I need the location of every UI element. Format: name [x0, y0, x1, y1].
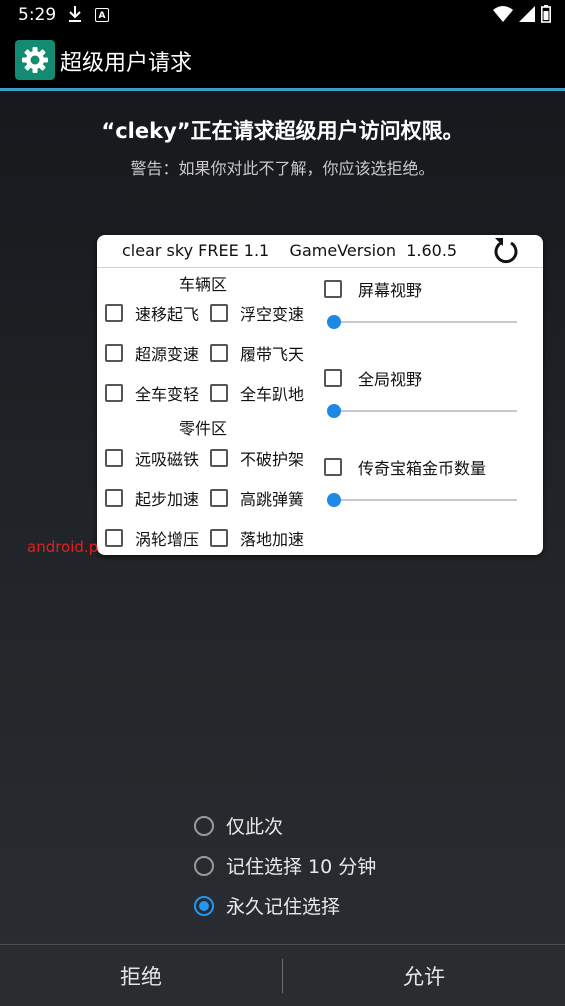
slider-chest-coins[interactable]: [327, 492, 517, 508]
checkbox-col1-4[interactable]: 起步加速: [105, 486, 199, 510]
checkbox-label: 起步加速: [135, 490, 200, 509]
slider-track: [333, 410, 517, 412]
allow-button[interactable]: 允许: [283, 945, 565, 1006]
deny-button[interactable]: 拒绝: [0, 945, 282, 1006]
option-10-minutes[interactable]: 记住选择 10 分钟: [194, 852, 376, 879]
checkbox-label: 浮空变速: [240, 305, 305, 324]
checkbox-box[interactable]: [105, 529, 123, 547]
radio-button[interactable]: [194, 855, 214, 876]
checkbox-col2-3[interactable]: 不破护架: [210, 446, 304, 470]
checkbox-box[interactable]: [105, 344, 123, 362]
parts-section-label: 零件区: [179, 419, 228, 438]
checkbox-col1-5[interactable]: 涡轮增压: [105, 526, 199, 550]
vehicle-section-label: 车辆区: [179, 275, 228, 294]
checkbox-box[interactable]: [105, 489, 123, 507]
checkbox-chest-coins[interactable]: 传奇宝箱金币数量: [324, 455, 486, 479]
checkbox-col2-2[interactable]: 全车趴地: [210, 381, 304, 405]
radio-button[interactable]: [194, 895, 214, 916]
radio-button[interactable]: [194, 815, 214, 836]
checkbox-col2-0[interactable]: 浮空变速: [210, 301, 304, 325]
slider-thumb[interactable]: [327, 315, 341, 329]
checkbox-box[interactable]: [105, 304, 123, 322]
option-once[interactable]: 仅此次: [194, 812, 283, 839]
screen: 5:29 A 超级用户请求 “cleky”正在请求超级用户访问权限。 警告：如果…: [0, 0, 565, 1006]
checkbox-label: 高跳弹簧: [240, 490, 305, 509]
slider-thumb[interactable]: [327, 404, 341, 418]
bottom-button-bar: 拒绝 允许: [0, 944, 565, 1006]
checkbox-box[interactable]: [324, 280, 342, 298]
checkbox-label: 落地加速: [240, 530, 305, 549]
checkbox-label: 远吸磁铁: [135, 450, 200, 469]
signal-icon: [519, 6, 535, 26]
app-bar: 超级用户请求: [0, 30, 565, 91]
checkbox-label: 超源变速: [135, 345, 200, 364]
checkbox-box[interactable]: [324, 369, 342, 387]
checkbox-box[interactable]: [210, 344, 228, 362]
checkbox-col2-1[interactable]: 履带飞天: [210, 341, 304, 365]
option-forever[interactable]: 永久记住选择: [194, 892, 340, 919]
slider-thumb[interactable]: [327, 493, 341, 507]
slider-track: [333, 499, 517, 501]
download-icon: [68, 5, 82, 27]
slider-track: [333, 321, 517, 323]
warning-text: 警告：如果你对此不了解，你应该选拒绝。: [130, 159, 435, 178]
wifi-icon: [493, 6, 513, 26]
panel-header: clear sky FREE 1.1 GameVersion 1.60.5: [97, 235, 543, 268]
panel-header-text: clear sky FREE 1.1 GameVersion 1.60.5: [122, 241, 458, 260]
status-time: 5:29: [18, 5, 57, 25]
slider-global-fov[interactable]: [327, 403, 517, 419]
status-bar: 5:29 A: [0, 0, 565, 30]
request-title: “cleky”正在请求超级用户访问权限。: [101, 119, 464, 143]
checkbox-global-fov[interactable]: 全局视野: [324, 366, 422, 390]
checkbox-box[interactable]: [105, 449, 123, 467]
checkbox-col2-5[interactable]: 落地加速: [210, 526, 304, 550]
checkbox-box[interactable]: [210, 449, 228, 467]
refresh-icon[interactable]: [491, 235, 521, 271]
checkbox-screen-fov[interactable]: 屏幕视野: [324, 277, 422, 301]
checkbox-label: 屏幕视野: [358, 281, 423, 300]
checkbox-col1-1[interactable]: 超源变速: [105, 341, 199, 365]
package-name-text: android.p: [27, 538, 99, 556]
slider-screen-fov[interactable]: [327, 314, 517, 330]
checkbox-box[interactable]: [324, 458, 342, 476]
checkbox-box[interactable]: [210, 384, 228, 402]
checkbox-col1-2[interactable]: 全车变轻: [105, 381, 199, 405]
settings-gear-icon: [15, 40, 55, 80]
checkbox-label: 履带飞天: [240, 345, 305, 364]
checkbox-label: 速移起飞: [135, 305, 200, 324]
option-label: 永久记住选择: [226, 896, 341, 918]
option-label: 记住选择 10 分钟: [226, 856, 377, 878]
checkbox-box[interactable]: [210, 529, 228, 547]
checkbox-col2-4[interactable]: 高跳弹簧: [210, 486, 304, 510]
checkbox-label: 传奇宝箱金币数量: [358, 459, 487, 478]
checkbox-label: 全局视野: [358, 370, 423, 389]
checkbox-label: 全车趴地: [240, 385, 305, 404]
battery-icon: [541, 5, 551, 27]
checkbox-box[interactable]: [210, 489, 228, 507]
mod-menu-panel: clear sky FREE 1.1 GameVersion 1.60.5 车辆…: [97, 235, 543, 555]
checkbox-box[interactable]: [210, 304, 228, 322]
checkbox-label: 全车变轻: [135, 385, 200, 404]
app-title: 超级用户请求: [60, 51, 193, 76]
checkbox-col1-3[interactable]: 远吸磁铁: [105, 446, 199, 470]
option-label: 仅此次: [226, 816, 284, 838]
checkbox-box[interactable]: [105, 384, 123, 402]
text-icon: A: [95, 8, 109, 22]
checkbox-label: 不破护架: [240, 450, 305, 469]
checkbox-col1-0[interactable]: 速移起飞: [105, 301, 199, 325]
checkbox-label: 涡轮增压: [135, 530, 200, 549]
